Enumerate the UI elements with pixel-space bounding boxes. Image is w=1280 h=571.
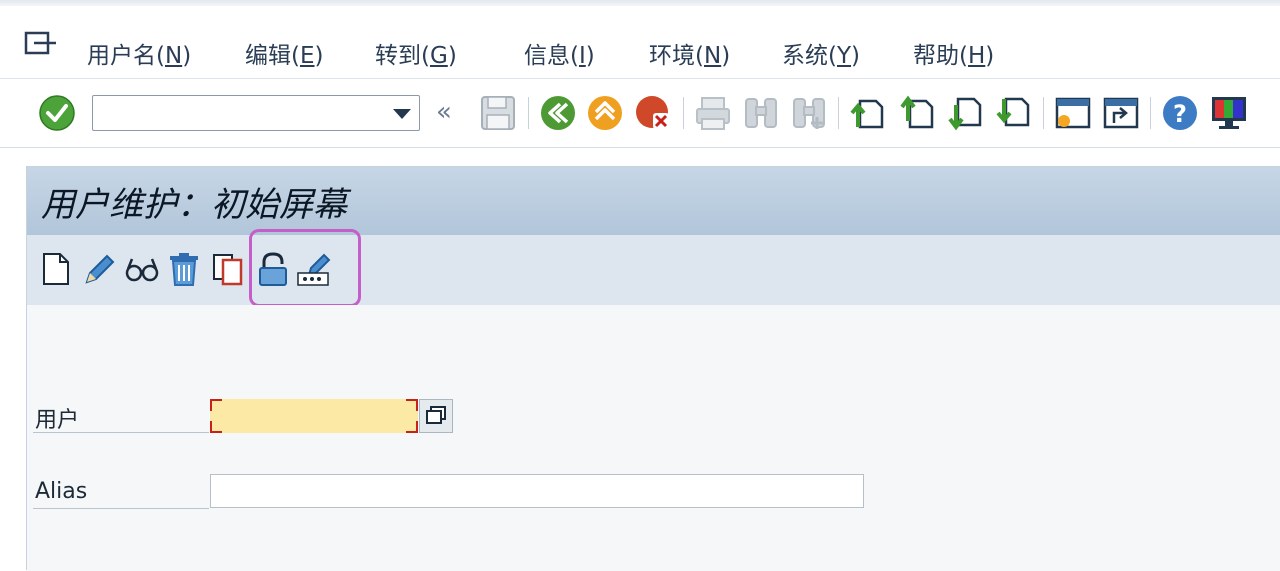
cancel-icon[interactable]: [633, 93, 673, 133]
title-bar: 用户维护：初始屏幕: [27, 167, 1280, 235]
menu-bar: 用户名(N) 编辑(E) 转到(G) 信息(I) 环境(N) 系统(Y) 帮助(…: [0, 6, 1280, 79]
required-marker: [210, 421, 222, 433]
delete-icon[interactable]: [166, 251, 202, 287]
menu-user-name[interactable]: 用户名(N): [87, 36, 191, 70]
copy-icon[interactable]: [210, 251, 246, 287]
application-toolbar: [27, 235, 1280, 306]
screen-frame: 用户维护：初始屏幕 用户 Alias: [26, 166, 1280, 571]
menu-help[interactable]: 帮助(H): [913, 36, 994, 70]
first-page-icon[interactable]: [848, 93, 888, 133]
toolbar-separator: [1150, 97, 1151, 129]
create-icon[interactable]: [38, 251, 74, 287]
label-underline: [33, 508, 209, 509]
required-marker: [406, 421, 418, 433]
previous-page-icon[interactable]: [898, 93, 938, 133]
user-input[interactable]: [210, 399, 418, 433]
value-help-button[interactable]: [419, 399, 453, 433]
find-icon: [741, 93, 781, 133]
value-help-icon: [426, 406, 446, 424]
page-title: 用户维护：初始屏幕: [41, 185, 347, 225]
customize-layout-icon[interactable]: [1209, 93, 1249, 133]
toolbar-separator: [1043, 97, 1044, 129]
collapse-command-icon[interactable]: «: [436, 97, 452, 127]
lock-tools-highlight: [249, 229, 361, 307]
exit-icon[interactable]: [585, 93, 625, 133]
menu-environment[interactable]: 环境(N): [649, 36, 730, 70]
required-marker: [210, 399, 222, 411]
command-field[interactable]: [92, 95, 420, 131]
alias-input[interactable]: [210, 474, 864, 508]
menu-system[interactable]: 系统(Y): [782, 36, 860, 70]
next-page-icon[interactable]: [946, 93, 986, 133]
selection-area: [27, 305, 1280, 571]
standard-toolbar: « ?: [0, 79, 1280, 148]
menu-goto[interactable]: 转到(G): [375, 36, 457, 70]
save-icon[interactable]: [478, 93, 518, 133]
print-icon: [693, 93, 733, 133]
label-underline: [33, 432, 209, 433]
back-icon[interactable]: [538, 93, 578, 133]
chevron-down-icon[interactable]: [393, 109, 411, 119]
toolbar-separator: [528, 97, 529, 129]
toolbar-separator: [838, 97, 839, 129]
menu-edit[interactable]: 编辑(E): [245, 36, 324, 70]
toolbar-separator: [683, 97, 684, 129]
last-page-icon[interactable]: [994, 93, 1034, 133]
find-next-icon: [789, 93, 829, 133]
create-session-icon[interactable]: [1053, 93, 1093, 133]
display-icon[interactable]: [124, 251, 160, 287]
help-icon[interactable]: ?: [1160, 93, 1200, 133]
menu-toggle-icon[interactable]: [24, 30, 60, 58]
required-marker: [406, 399, 418, 411]
user-label: 用户: [35, 408, 80, 433]
change-icon[interactable]: [81, 251, 117, 287]
alias-label: Alias: [35, 479, 88, 504]
enter-icon[interactable]: [37, 93, 77, 133]
shortcut-icon[interactable]: [1101, 93, 1141, 133]
menu-info[interactable]: 信息(I): [524, 36, 595, 70]
svg-text:?: ?: [1173, 100, 1187, 128]
